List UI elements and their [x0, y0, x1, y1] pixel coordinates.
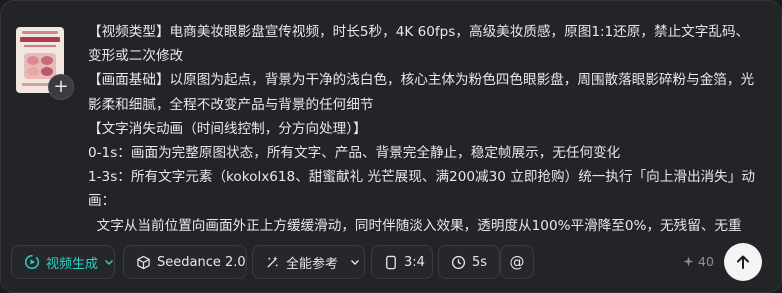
portrait-frame-icon: [386, 255, 396, 269]
thumbnail-text-line: [24, 45, 56, 47]
plus-icon: +: [53, 76, 69, 97]
clock-icon: [451, 255, 466, 269]
send-button[interactable]: [724, 243, 762, 281]
thumbnail-text-line: [22, 31, 58, 34]
model-label: Seedance 2.0: [157, 254, 246, 270]
arrow-up-icon: [737, 255, 749, 269]
aspect-ratio-label: 3:4: [404, 254, 425, 270]
duration-label: 5s: [472, 254, 488, 270]
add-image-button[interactable]: +: [48, 74, 74, 100]
chevron-down-icon: [105, 260, 114, 265]
cube-icon: [137, 255, 150, 269]
mention-button[interactable]: @: [500, 245, 534, 279]
prompt-paragraph: 1-3s：所有文字元素（kokolx618、甜蜜献礼 光芒展现、满200减30 …: [88, 169, 755, 210]
model-selector[interactable]: Seedance 2.0: [123, 245, 247, 279]
chevron-down-icon: [351, 260, 360, 265]
mode-dropdown[interactable]: 视频生成: [11, 245, 115, 279]
at-icon: @: [509, 253, 525, 271]
magic-wand-icon: [267, 255, 279, 268]
credits-cost: 40: [683, 254, 714, 269]
credits-value: 40: [698, 254, 714, 269]
prompt-paragraph: 【视频类型】电商美妆眼影盘宣传视频，时长5秒，4K 60fps，高级美妆质感，原…: [88, 24, 750, 65]
prompt-paragraph: 【画面基础】以原图为起点，背景为干净的浅白色，核心主体为粉色四色眼影盘，周围散落…: [88, 72, 755, 113]
prompt-composer: + 【视频类型】电商美妆眼影盘宣传视频，时长5秒，4K 60fps，高级美妆质感…: [0, 0, 782, 293]
aspect-ratio-selector[interactable]: 3:4: [371, 245, 433, 279]
prompt-paragraph: 【文字消失动画（时间线控制，分方向处理）】: [88, 120, 367, 137]
thumbnail-eyeshadow-palette: [24, 53, 56, 79]
duration-selector[interactable]: 5s: [438, 245, 500, 279]
mode-label: 视频生成: [46, 256, 99, 272]
reference-mode-dropdown[interactable]: 全能参考: [252, 245, 365, 279]
prompt-textarea[interactable]: 【视频类型】电商美妆眼影盘宣传视频，时长5秒，4K 60fps，高级美妆质感，原…: [88, 20, 760, 234]
reference-label: 全能参考: [286, 256, 339, 272]
prompt-paragraph: 0-1s：画面为完整原图状态，所有文字、产品、背景完全静止，稳定帧展示，无任何变…: [88, 145, 621, 162]
sparkle-icon: [683, 256, 694, 267]
prompt-paragraph: 文字从当前位置向画面外正上方缓缓滑动，同时伴随淡入效果，透明度从100%平滑降至…: [88, 217, 742, 234]
thumbnail-title: [20, 37, 60, 42]
composer-toolbar: 视频生成 Seedance 2.0 全能参考 3:4 5s @ 40: [1, 245, 781, 279]
video-play-icon: [24, 254, 40, 270]
